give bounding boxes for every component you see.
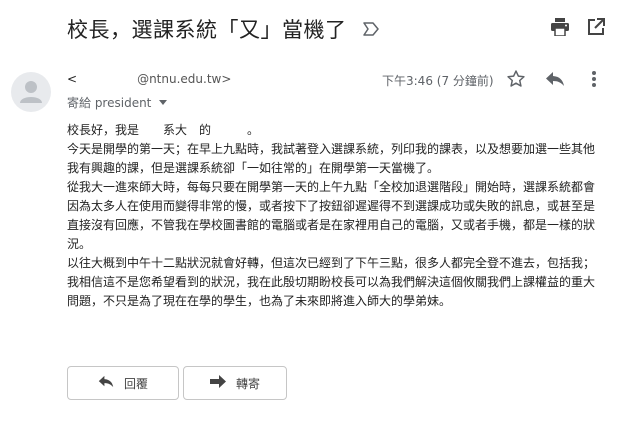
body-paragraph: 今天是開學的第一天；在早上九點時，我試著登入選課系統，列印我的課表，以及想要加選…	[67, 142, 596, 175]
reply-button[interactable]: 回覆	[67, 366, 179, 400]
sender-avatar	[11, 72, 51, 112]
recipient-text: 寄給 president	[67, 96, 152, 110]
top-actions	[549, 16, 607, 38]
more-options-icon[interactable]	[583, 68, 605, 90]
star-icon[interactable]	[505, 68, 527, 90]
reply-icon[interactable]	[544, 68, 566, 90]
forward-button-label: 轉寄	[235, 376, 260, 391]
sender-line: < @ntnu.edu.tw>	[67, 72, 231, 86]
show-details-chevron-down-icon[interactable]	[159, 100, 168, 105]
email-subject: 校長，選課系統「又」當機了	[67, 18, 347, 42]
reply-button-label: 回覆	[123, 376, 148, 391]
body-paragraph: 從我大一進來師大時，每每只要在開學第一天的上午九點「全校加退選階段」開始時，選課…	[67, 180, 596, 251]
label-important-icon[interactable]	[363, 21, 379, 36]
message-actions	[505, 68, 605, 90]
forward-arrow-icon	[209, 375, 226, 391]
sender-email: @ntnu.edu.tw>	[137, 72, 232, 86]
forward-button[interactable]: 轉寄	[183, 366, 287, 400]
sender-name[interactable]: <	[67, 72, 77, 86]
print-icon[interactable]	[549, 16, 571, 38]
message-timestamp: 下午3:46 (7 分鐘前)	[382, 74, 494, 88]
open-in-new-window-icon[interactable]	[585, 16, 607, 38]
body-paragraph: 以往大概到中午十二點狀況就會好轉，但這次已經到了下午三點，很多人都完全登不進去，…	[67, 256, 596, 308]
subject-row: 校長，選課系統「又」當機了	[67, 12, 607, 46]
recipient-line: 寄給 president	[67, 94, 168, 111]
email-body: 校長好，我是 系大 的 。 今天是開學的第一天；在早上九點時，我試著登入選課系統…	[67, 121, 603, 311]
body-paragraph: 校長好，我是 系大 的 。	[67, 123, 260, 137]
reply-arrow-icon	[98, 375, 114, 391]
